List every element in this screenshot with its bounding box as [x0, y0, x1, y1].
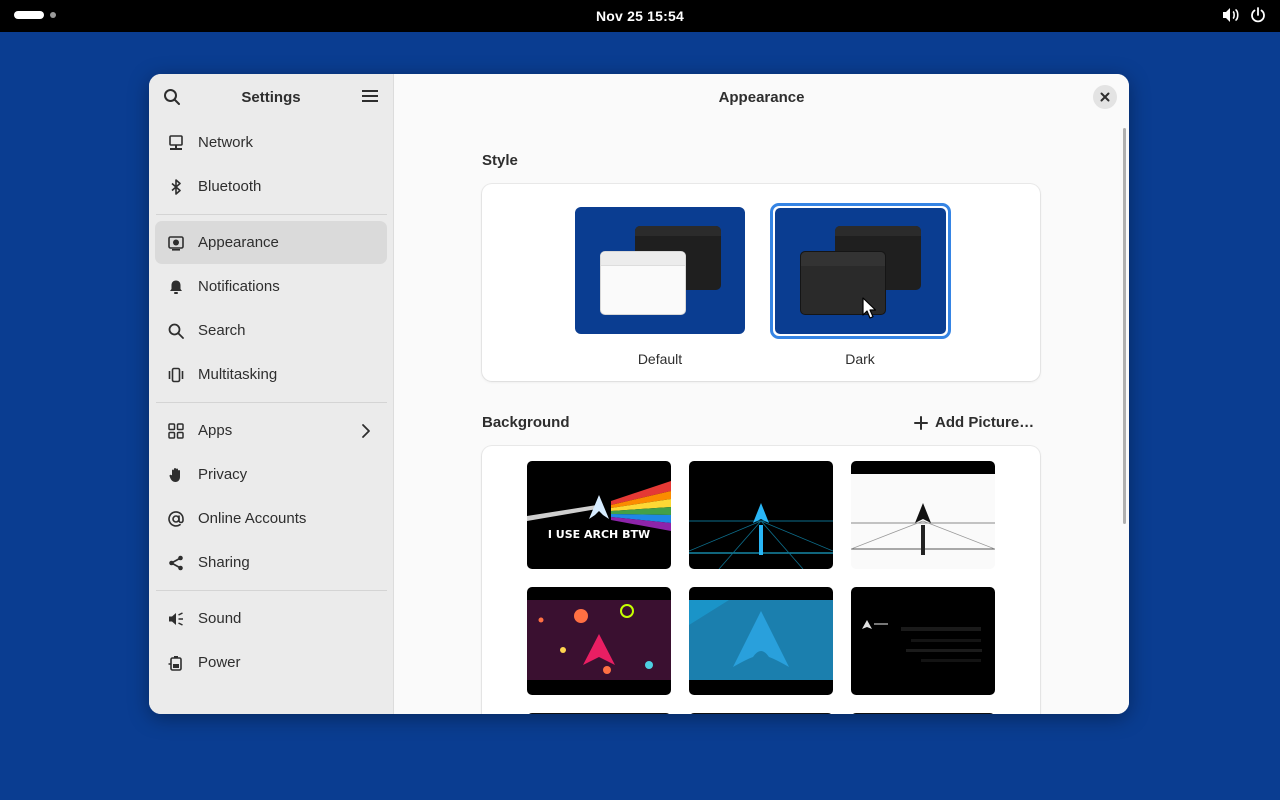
style-option-dark[interactable]	[775, 208, 946, 334]
sidebar-item-sharing[interactable]: Sharing	[155, 541, 387, 584]
at-icon	[168, 510, 184, 527]
background-card: I USE ARCH BTW	[482, 446, 1040, 714]
sidebar-item-notifications[interactable]: Notifications	[155, 265, 387, 308]
sidebar-item-label: Bluetooth	[198, 178, 262, 195]
network-icon	[168, 134, 184, 151]
sidebar-item-search[interactable]: Search	[155, 309, 387, 352]
appearance-icon	[168, 235, 184, 251]
sidebar-item-privacy[interactable]: Privacy	[155, 453, 387, 496]
share-icon	[168, 555, 184, 571]
wallpaper-partial[interactable]	[689, 713, 833, 714]
sidebar-item-network[interactable]: Network	[155, 121, 387, 164]
activities-indicator[interactable]	[14, 11, 56, 19]
power-icon[interactable]	[1250, 7, 1266, 23]
apps-grid-icon	[168, 422, 184, 439]
sidebar-item-label: Power	[198, 654, 241, 671]
wallpaper-arch-blue[interactable]	[689, 587, 833, 695]
plus-icon	[914, 415, 928, 430]
speaker-icon	[168, 611, 184, 627]
wallpaper-partial[interactable]	[527, 713, 671, 714]
page-title: Appearance	[718, 88, 805, 106]
battery-plug-icon	[168, 655, 184, 671]
wallpaper-arch-dark-noise[interactable]	[851, 587, 995, 695]
sidebar: Settings Network Bluetooth Appearance No…	[149, 74, 394, 714]
sidebar-item-label: Privacy	[198, 466, 248, 483]
sidebar-item-label: Search	[198, 322, 246, 339]
wallpaper-partial[interactable]	[851, 713, 995, 714]
search-icon[interactable]	[163, 88, 181, 111]
background-heading: Background	[482, 414, 570, 431]
volume-icon[interactable]	[1222, 7, 1240, 23]
close-icon	[1100, 92, 1110, 102]
sidebar-item-label: Online Accounts	[198, 510, 307, 527]
sidebar-nav: Network Bluetooth Appearance Notificatio…	[149, 121, 393, 684]
wallpaper-caption: I USE ARCH BTW	[547, 528, 651, 541]
chevron-right-icon	[361, 423, 371, 443]
sidebar-item-multitasking[interactable]: Multitasking	[155, 353, 387, 396]
sidebar-item-power[interactable]: Power	[155, 641, 387, 684]
main-content: Appearance Style Default Dark Background…	[394, 74, 1129, 714]
style-option-label: Dark	[845, 351, 875, 367]
sidebar-item-bluetooth[interactable]: Bluetooth	[155, 165, 387, 208]
wallpaper-arch-space[interactable]	[527, 587, 671, 695]
multitasking-icon	[168, 367, 184, 383]
sidebar-item-label: Notifications	[198, 278, 280, 295]
style-card: Default Dark	[482, 184, 1040, 381]
hamburger-menu-icon[interactable]	[362, 89, 378, 108]
add-picture-label: Add Picture…	[935, 414, 1035, 431]
style-option-label: Default	[637, 351, 683, 367]
sidebar-header: Settings	[149, 74, 393, 120]
sidebar-item-sound[interactable]: Sound	[155, 597, 387, 640]
search-icon	[168, 323, 184, 339]
workspace-active-pill	[14, 11, 44, 19]
wallpaper-arch-prism[interactable]: I USE ARCH BTW	[527, 461, 671, 569]
wallpaper-arch-white-grid[interactable]	[851, 461, 995, 569]
sidebar-item-online-accounts[interactable]: Online Accounts	[155, 497, 387, 540]
workspace-dot	[50, 12, 56, 18]
sidebar-item-label: Network	[198, 134, 254, 151]
sidebar-separator	[156, 214, 387, 215]
content-header: Appearance	[394, 74, 1129, 120]
default-style-preview	[575, 207, 745, 334]
bell-icon	[168, 279, 184, 295]
sidebar-item-label: Sharing	[198, 554, 250, 571]
scrollbar[interactable]	[1123, 128, 1126, 524]
settings-window: Settings Network Bluetooth Appearance No…	[149, 74, 1129, 714]
sidebar-item-label: Apps	[198, 422, 233, 439]
sidebar-separator	[156, 590, 387, 591]
system-tray[interactable]	[1222, 7, 1266, 23]
sidebar-item-label: Multitasking	[198, 366, 278, 383]
bluetooth-icon	[168, 178, 184, 195]
sidebar-item-label: Appearance	[198, 234, 279, 251]
sidebar-item-apps[interactable]: Apps	[155, 409, 387, 452]
top-bar: Nov 25 15:54	[0, 0, 1280, 32]
sidebar-title: Settings	[241, 88, 301, 106]
style-option-default[interactable]	[575, 207, 745, 337]
clock[interactable]: Nov 25 15:54	[596, 8, 684, 24]
mouse-cursor-icon	[862, 297, 877, 324]
add-picture-button[interactable]: Add Picture…	[914, 414, 1034, 431]
style-heading: Style	[482, 152, 518, 169]
sidebar-separator	[156, 402, 387, 403]
wallpaper-arch-neon-grid[interactable]	[689, 461, 833, 569]
sidebar-item-appearance[interactable]: Appearance	[155, 221, 387, 264]
close-button[interactable]	[1093, 85, 1117, 109]
hand-icon	[168, 467, 184, 483]
sidebar-item-label: Sound	[198, 610, 242, 627]
dark-style-preview	[775, 208, 946, 334]
